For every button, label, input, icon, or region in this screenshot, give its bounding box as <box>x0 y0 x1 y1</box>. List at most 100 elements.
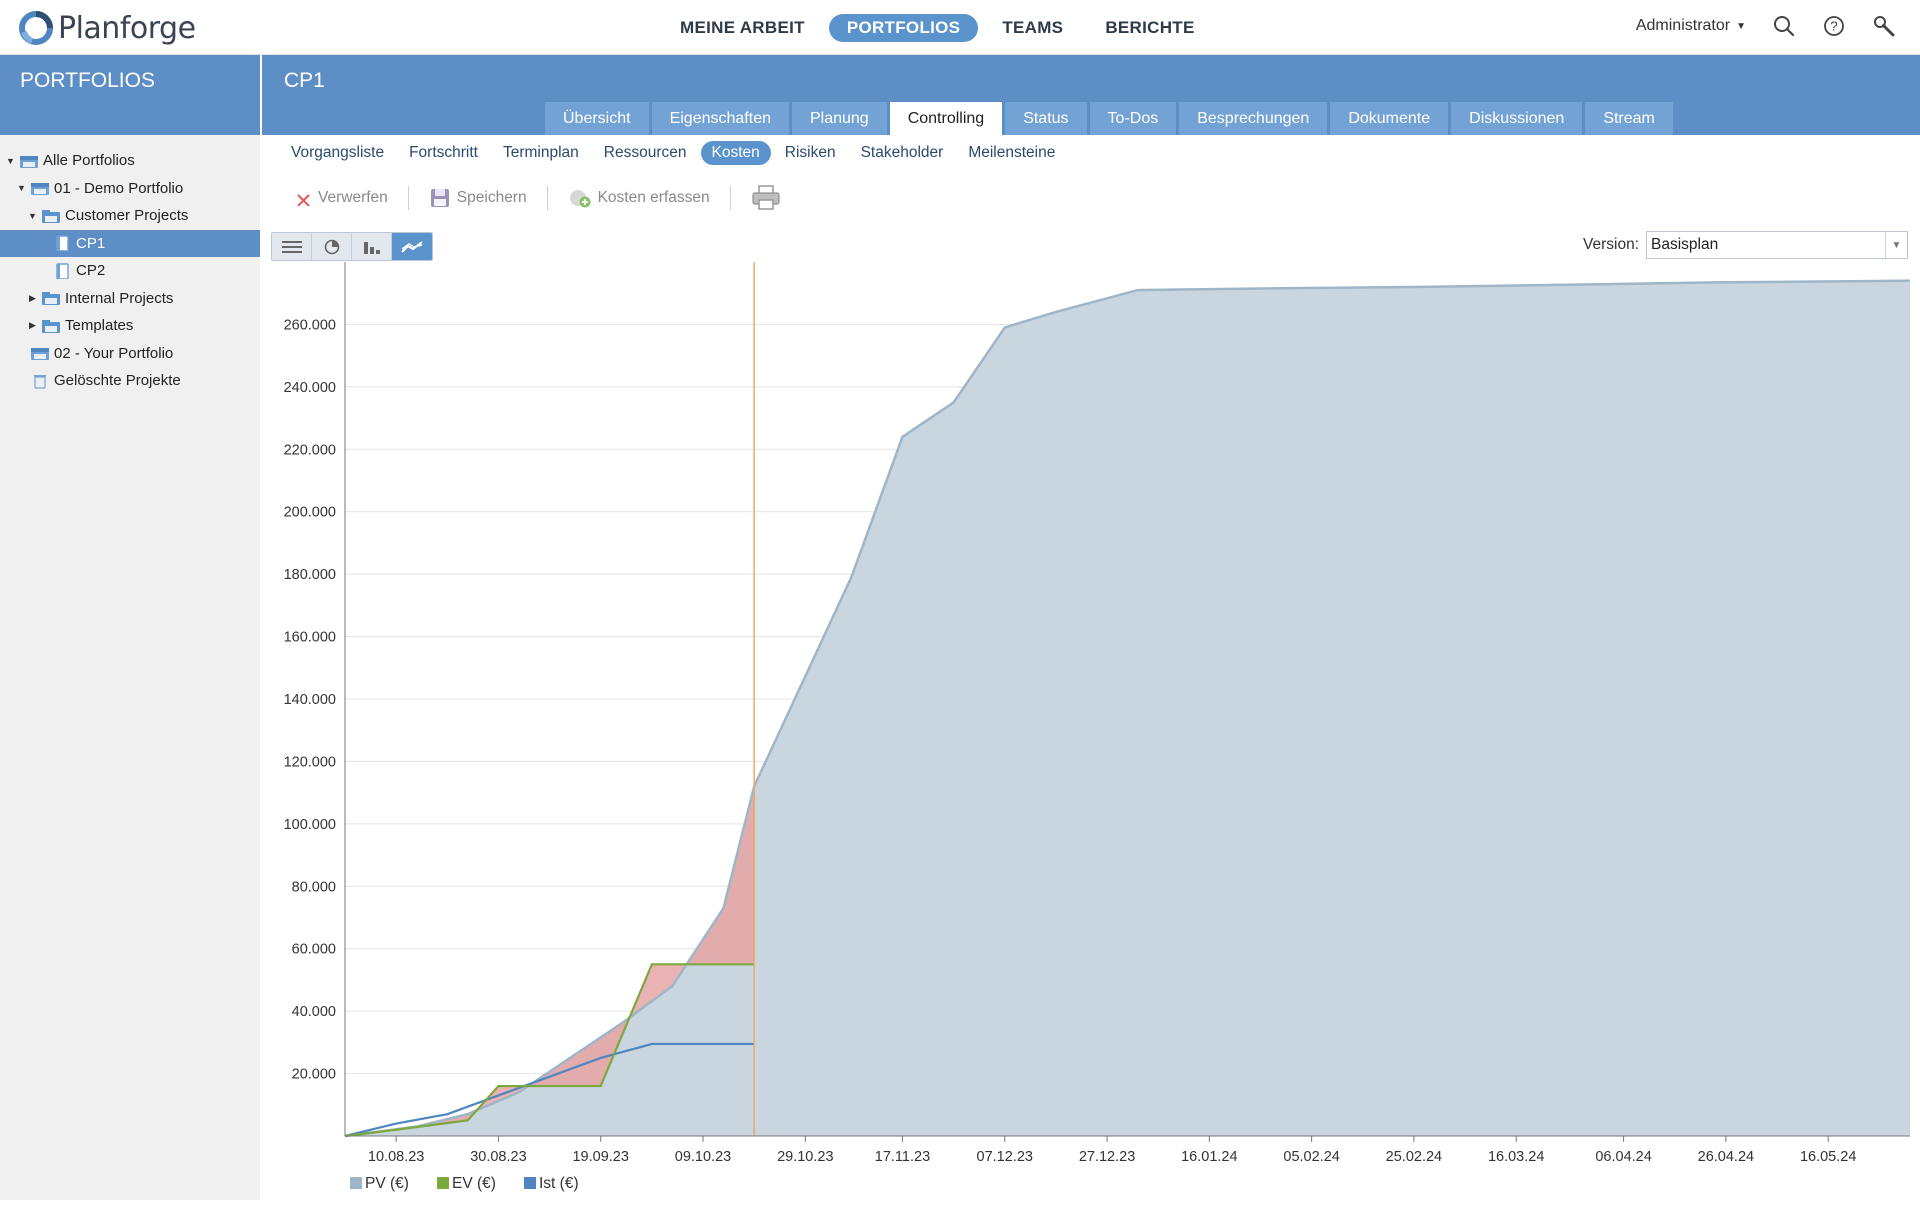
subtab-terminplan[interactable]: Terminplan <box>492 141 590 165</box>
content-header: CP1 Übersicht Eigenschaften Planung Control… <box>262 55 1920 135</box>
save-label: Speichern <box>456 189 527 206</box>
toolbar-divider <box>546 186 548 210</box>
subtab-stakeholder[interactable]: Stakeholder <box>850 141 955 165</box>
print-button[interactable] <box>739 184 799 212</box>
app-logo[interactable]: Planforge <box>18 10 196 46</box>
tab-status[interactable]: Status <box>1005 102 1087 135</box>
tree-item-geloschte-projekte[interactable]: Gelöschte Projekte <box>0 367 260 395</box>
controlling-subtabs: Vorgangsliste Fortschritt Terminplan Ressou… <box>280 141 1066 165</box>
tab-besprechungen[interactable]: Besprechungen <box>1179 102 1328 135</box>
help-icon[interactable]: ? <box>1822 14 1846 38</box>
nav-meine-arbeit[interactable]: MEINE ARBEIT <box>662 14 823 42</box>
folder-icon <box>42 292 60 306</box>
nav-teams[interactable]: TEAMS <box>984 14 1081 42</box>
top-bar: Planforge MEINE ARBEIT PORTFOLIOS TEAMS BER… <box>0 0 1920 55</box>
subtab-vorgangsliste[interactable]: Vorgangsliste <box>280 141 395 165</box>
wrench-icon[interactable] <box>1872 14 1896 38</box>
y-tick-label: 20.000 <box>292 1067 336 1083</box>
y-tick-label: 260.000 <box>284 317 336 333</box>
y-tick-label: 160.000 <box>284 630 336 646</box>
nav-portfolios[interactable]: PORTFOLIOS <box>828 14 979 42</box>
tab-to-dos[interactable]: To-Dos <box>1089 102 1177 135</box>
x-tick-label: 05.02.24 <box>1283 1149 1339 1165</box>
y-tick-label: 200.000 <box>284 505 336 521</box>
discard-button[interactable]: Verwerfen <box>284 189 400 207</box>
subtab-fortschritt[interactable]: Fortschritt <box>398 141 489 165</box>
tree-item-cp2[interactable]: CP2 <box>0 257 260 285</box>
user-menu[interactable]: Administrator ▼ <box>1636 17 1746 35</box>
tree-item-customer-projects[interactable]: ▼ Customer Projects <box>0 202 260 230</box>
subtab-ressourcen[interactable]: Ressourcen <box>593 141 698 165</box>
subtab-meilensteine[interactable]: Meilensteine <box>957 141 1066 165</box>
portfolio-icon <box>31 348 49 361</box>
subtab-risiken[interactable]: Risiken <box>774 141 847 165</box>
view-switcher <box>271 232 433 261</box>
version-value: Basisplan <box>1651 236 1719 253</box>
line-chart-icon <box>401 240 423 253</box>
bar-view-button[interactable] <box>352 233 392 260</box>
collapse-icon[interactable]: ▼ <box>5 156 16 166</box>
tree-item-templates[interactable]: ▶ Templates <box>0 312 260 340</box>
legend-label: Ist (€) <box>539 1175 579 1192</box>
x-tick-label: 19.09.23 <box>572 1149 628 1165</box>
tab-ubersicht[interactable]: Übersicht <box>545 102 649 135</box>
tree-item-cp1[interactable]: CP1 <box>0 229 260 257</box>
subtab-kosten[interactable]: Kosten <box>700 141 771 165</box>
collapse-icon[interactable]: ▼ <box>27 211 38 221</box>
pv-area <box>345 280 1910 1136</box>
portfolio-tree: ▼ Alle Portfolios ▼ 01 - Demo Portfolio ▼ Cus… <box>0 147 260 395</box>
print-icon <box>752 185 780 210</box>
tree-item-label: Internal Projects <box>65 289 174 307</box>
svg-text:?: ? <box>1830 19 1837 34</box>
save-button[interactable]: Speichern <box>417 187 539 209</box>
portfolio-icon <box>20 155 38 168</box>
list-view-button[interactable] <box>272 233 312 260</box>
close-icon <box>297 194 310 206</box>
x-tick-label: 10.08.23 <box>368 1149 424 1165</box>
project-tabs: Übersicht Eigenschaften Planung Controlling… <box>545 102 1673 135</box>
nav-berichte[interactable]: BERICHTE <box>1087 14 1212 42</box>
expand-icon[interactable]: ▶ <box>27 293 38 304</box>
legend-item-ist[interactable]: Ist (€) <box>524 1175 579 1192</box>
sidebar-title: PORTFOLIOS <box>20 69 155 92</box>
cost-chart-area: 20.000 40.000 60.000 80.000 100.000 120.000 14… <box>262 262 1920 1200</box>
toolbar-divider <box>729 186 731 210</box>
pie-view-button[interactable] <box>312 233 352 260</box>
line-view-button[interactable] <box>392 233 432 260</box>
search-icon[interactable] <box>1772 14 1796 38</box>
legend-label: EV (€) <box>452 1175 496 1192</box>
tab-stream[interactable]: Stream <box>1585 102 1673 135</box>
legend-item-ev[interactable]: EV (€) <box>437 1175 496 1192</box>
legend-swatch <box>437 1177 449 1189</box>
x-tick-label: 06.04.24 <box>1595 1149 1651 1165</box>
tab-diskussionen[interactable]: Diskussionen <box>1451 102 1583 135</box>
tab-controlling[interactable]: Controlling <box>889 102 1003 135</box>
tree-item-02-your-portfolio[interactable]: 02 - Your Portfolio <box>0 340 260 368</box>
user-name: Administrator <box>1635 17 1731 34</box>
legend-item-pv[interactable]: PV (€) <box>350 1175 409 1192</box>
tree-item-label: CP1 <box>76 234 106 252</box>
x-tick-label: 27.12.23 <box>1079 1149 1135 1165</box>
logo-text: Planforge <box>58 10 196 46</box>
tree-item-label: Gelöschte Projekte <box>54 372 181 390</box>
add-cost-icon <box>569 190 591 208</box>
tree-item-01-demo-portfolio[interactable]: ▼ 01 - Demo Portfolio <box>0 175 260 203</box>
y-tick-label: 80.000 <box>292 879 336 895</box>
version-select[interactable]: Basisplan ▼ <box>1646 231 1908 259</box>
x-tick-label: 30.08.23 <box>470 1149 526 1165</box>
project-icon <box>56 263 69 279</box>
tab-dokumente[interactable]: Dokumente <box>1330 102 1449 135</box>
tree-item-label: CP2 <box>76 262 106 280</box>
tab-planung[interactable]: Planung <box>791 102 887 135</box>
top-right-actions: Administrator ▼ ? <box>1636 14 1896 38</box>
record-costs-button[interactable]: Kosten erfassen <box>556 187 722 209</box>
tree-item-internal-projects[interactable]: ▶ Internal Projects <box>0 285 260 313</box>
pie-chart-icon <box>324 239 339 254</box>
tree-item-alle-portfolios[interactable]: ▼ Alle Portfolios <box>0 147 260 175</box>
cost-chart: 20.000 40.000 60.000 80.000 100.000 120.000 14… <box>284 262 1911 1192</box>
collapse-icon[interactable]: ▼ <box>16 183 27 193</box>
tab-eigenschaften[interactable]: Eigenschaften <box>651 102 789 135</box>
expand-icon[interactable]: ▶ <box>27 320 38 331</box>
sidebar-header: PORTFOLIOS <box>0 55 260 135</box>
version-selector: Version: Basisplan ▼ <box>1583 231 1908 259</box>
